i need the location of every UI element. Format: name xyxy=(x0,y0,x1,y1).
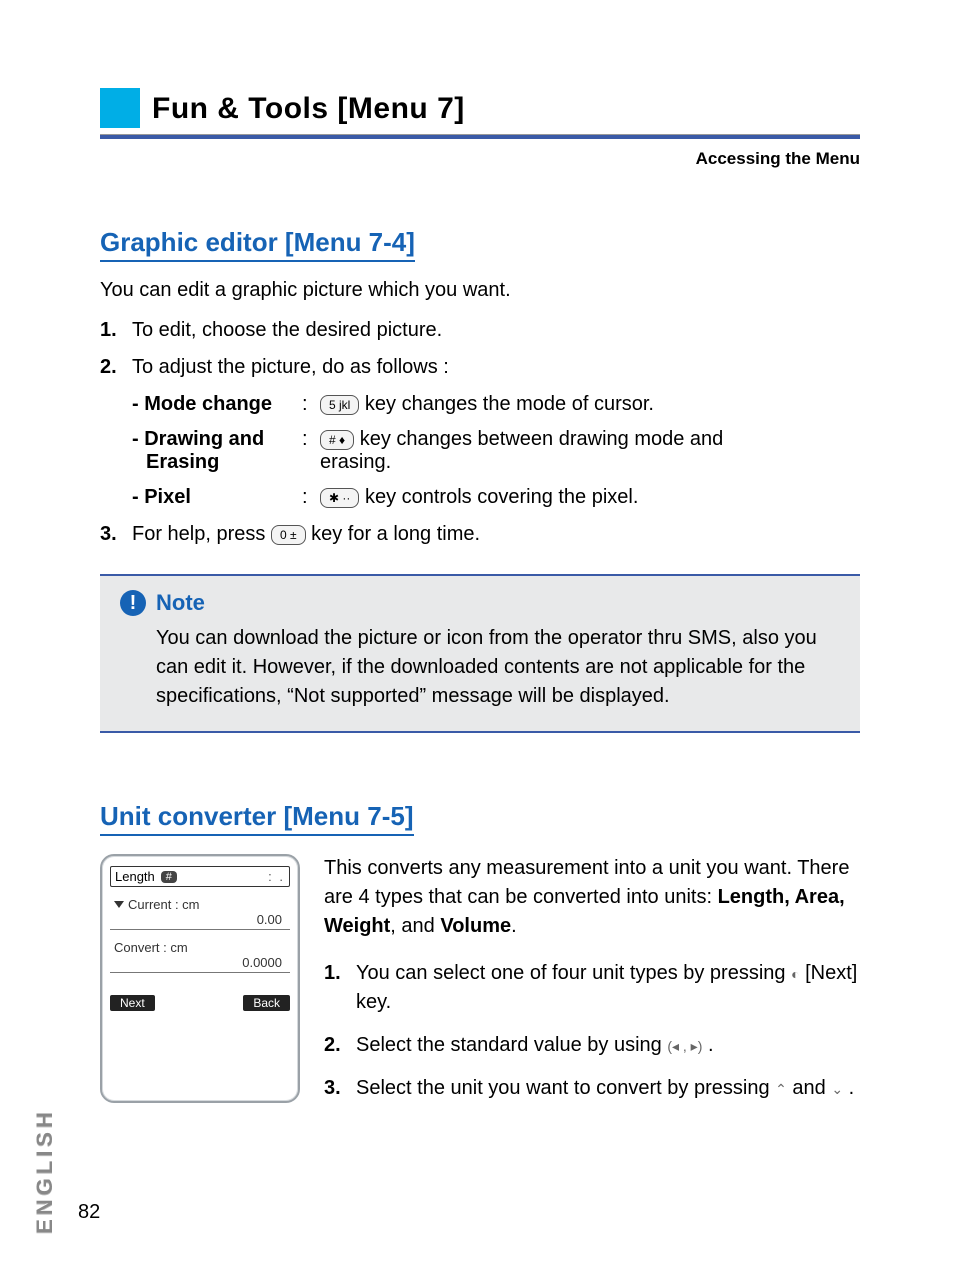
page-title: Fun & Tools [Menu 7] xyxy=(152,88,465,128)
pixel-row: - Pixel : ✱ ·· key controls covering the… xyxy=(132,486,860,509)
key-5-icon: 5 jkl xyxy=(320,395,359,415)
phone-hash-icon: # xyxy=(161,871,177,883)
softkey-left-icon: ◐ xyxy=(791,964,799,984)
heading-unit-converter: Unit converter [Menu 7-5] xyxy=(100,801,414,836)
phone-convert-label: Convert : cm xyxy=(114,940,286,955)
nav-down-icon: ⌄ xyxy=(831,1079,843,1099)
note-body: You can download the picture or icon fro… xyxy=(156,624,840,711)
graphic-editor-intro: You can edit a graphic picture which you… xyxy=(100,276,860,305)
uc-step-1: 1. You can select one of four unit types… xyxy=(324,959,860,1017)
pixel-text: key controls covering the pixel. xyxy=(365,486,638,508)
step-3-after: key for a long time. xyxy=(311,523,480,545)
language-tab: ENGLISH xyxy=(32,1108,58,1234)
key-0-icon: 0 ± xyxy=(271,525,306,545)
step-3-before: For help, press xyxy=(132,523,271,545)
mode-change-row: - Mode change : 5 jkl key changes the mo… xyxy=(132,393,860,416)
drawing-label-2: Erasing xyxy=(132,451,302,474)
phone-current-label: Current : cm xyxy=(128,897,200,912)
phone-softkey-next: Next xyxy=(110,995,155,1011)
heading-graphic-editor: Graphic editor [Menu 7-4] xyxy=(100,227,415,262)
step-2: 2. To adjust the picture, do as follows … xyxy=(100,356,860,379)
title-rule-thick xyxy=(100,135,860,139)
nav-left-icon: (◂ , ▸) xyxy=(667,1036,702,1056)
step-1-text: To edit, choose the desired picture. xyxy=(132,319,442,342)
key-star-icon: ✱ ·· xyxy=(320,488,359,508)
mode-change-label: - Mode change xyxy=(132,393,302,416)
unit-converter-intro: This converts any measurement into a uni… xyxy=(324,854,860,941)
uc-step-3: 3. Select the unit you want to convert b… xyxy=(324,1074,860,1103)
key-hash-icon: # ♦ xyxy=(320,430,354,450)
phone-current-value: 0.00 xyxy=(114,912,286,927)
note-title: Note xyxy=(156,590,205,616)
title-accent-block xyxy=(100,88,140,128)
step-2-text: To adjust the picture, do as follows : xyxy=(132,356,449,379)
uc-step-2: 2. Select the standard value by using (◂… xyxy=(324,1031,860,1060)
phone-convert-value: 0.0000 xyxy=(114,955,286,970)
info-icon: ! xyxy=(120,590,146,616)
step-3-number: 3. xyxy=(100,523,132,546)
nav-up-icon: ⌃ xyxy=(775,1079,787,1099)
phone-tab-length: Length xyxy=(115,869,155,884)
pixel-label: - Pixel xyxy=(132,486,302,509)
step-1: 1. To edit, choose the desired picture. xyxy=(100,319,860,342)
phone-softkey-back: Back xyxy=(243,995,290,1011)
page-number: 82 xyxy=(78,1201,100,1224)
step-3: 3. For help, press 0 ± key for a long ti… xyxy=(100,523,860,546)
down-triangle-icon xyxy=(114,901,124,908)
drawing-text-1: key changes between drawing mode and xyxy=(360,428,724,450)
drawing-text-2: erasing. xyxy=(320,451,723,474)
phone-tab-dots: : . xyxy=(183,869,285,884)
breadcrumb: Accessing the Menu xyxy=(100,149,860,169)
step-1-number: 1. xyxy=(100,319,132,342)
note-box: ! Note You can download the picture or i… xyxy=(100,574,860,733)
phone-screenshot: Length # : . Current : cm 0.00 Convert :… xyxy=(100,854,300,1103)
drawing-erasing-row: - Drawing and Erasing : # ♦ key changes … xyxy=(132,428,860,474)
drawing-label-1: - Drawing and xyxy=(132,428,302,451)
step-2-number: 2. xyxy=(100,356,132,379)
mode-change-text: key changes the mode of cursor. xyxy=(365,393,654,415)
